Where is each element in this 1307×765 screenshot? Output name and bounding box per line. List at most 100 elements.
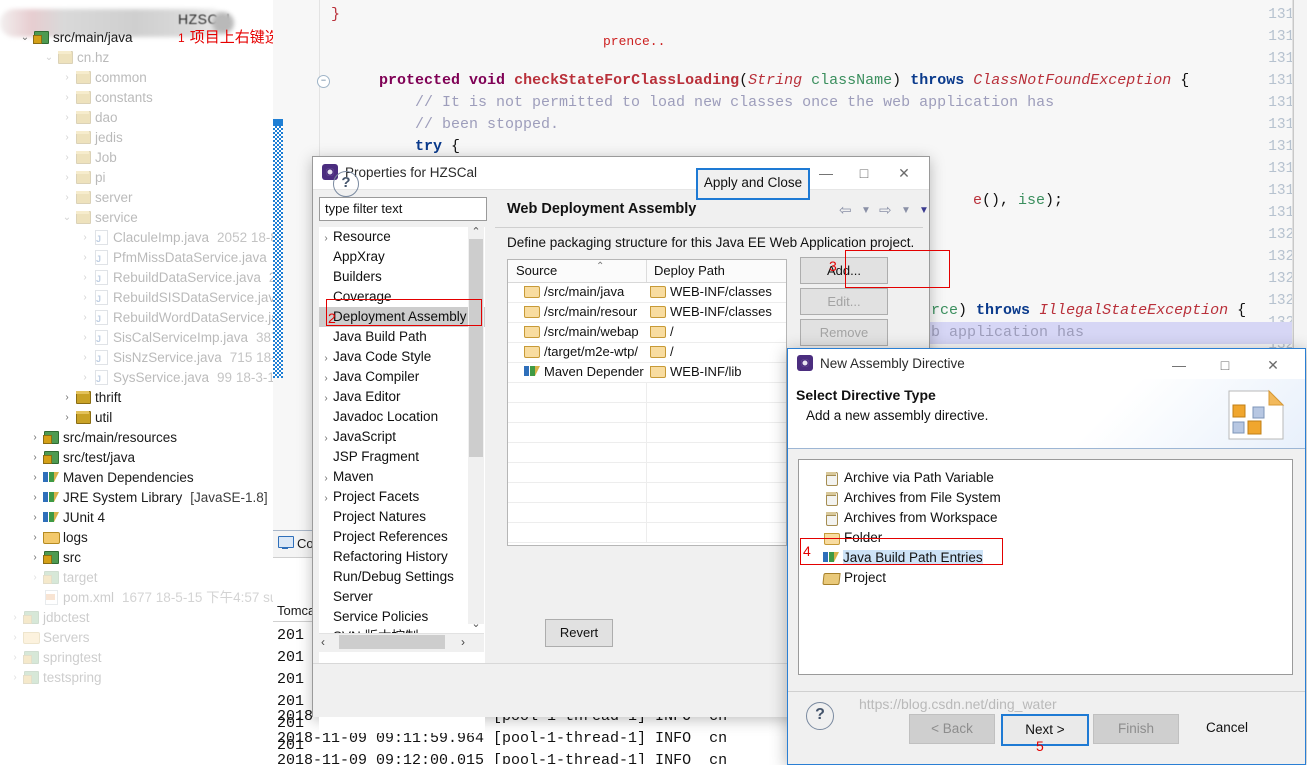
nav-item-project-facets[interactable]: › Project Facets xyxy=(319,487,485,507)
back-button[interactable]: < Back xyxy=(909,714,995,744)
cancel-button[interactable]: Cancel xyxy=(1185,714,1269,742)
twisty-icon[interactable]: › xyxy=(60,388,74,408)
expand-arrow-icon[interactable]: › xyxy=(319,429,333,449)
expand-arrow-icon[interactable]: › xyxy=(319,349,333,369)
tree-item[interactable]: › src/main/resources xyxy=(0,428,177,448)
twisty-icon[interactable]: › xyxy=(78,248,92,268)
twisty-icon[interactable]: › xyxy=(28,548,42,568)
twisty-icon[interactable]: › xyxy=(78,328,92,348)
tree-item[interactable]: › SisNzService.java 715 18-4-1 xyxy=(0,348,273,369)
nav-item-project-natures[interactable]: Project Natures xyxy=(319,507,485,527)
table-row[interactable]: Maven Depender WEB-INF/lib xyxy=(508,362,786,383)
twisty-icon[interactable]: › xyxy=(60,108,74,128)
edit-button[interactable]: Edit... xyxy=(800,288,888,315)
tree-item[interactable]: › RebuildWordDataService.java xyxy=(0,308,273,329)
nad-close-button[interactable]: ✕ xyxy=(1260,355,1286,375)
expand-arrow-icon[interactable]: › xyxy=(319,229,333,249)
tree-item[interactable]: ⌄ service xyxy=(0,208,138,228)
page-menu-icon[interactable]: ▼ xyxy=(919,205,929,216)
twisty-icon[interactable]: › xyxy=(60,68,74,88)
nav-item-java-build-path[interactable]: Java Build Path xyxy=(319,327,485,347)
nav-item-project-references[interactable]: Project References xyxy=(319,527,485,547)
tree-item[interactable]: › RebuildSISDataService.java xyxy=(0,288,273,309)
expand-arrow-icon[interactable]: › xyxy=(319,469,333,489)
twisty-icon[interactable]: › xyxy=(8,628,22,648)
tree-item[interactable]: › Maven Dependencies xyxy=(0,468,193,488)
tree-item[interactable]: › JUnit 4 xyxy=(0,508,105,528)
help-button[interactable]: ? xyxy=(333,171,359,197)
twisty-icon[interactable]: › xyxy=(78,268,92,288)
nav-horizontal-scrollbar-thumb[interactable] xyxy=(339,635,445,649)
back-arrow-icon[interactable]: ⇦ xyxy=(839,201,852,219)
tree-item[interactable]: › constants xyxy=(0,88,152,108)
twisty-icon[interactable]: ⌄ xyxy=(42,48,56,68)
directive-archives-from-file-system[interactable]: Archives from File System xyxy=(823,488,1001,508)
twisty-icon[interactable]: ⌄ xyxy=(18,28,32,48)
tree-item[interactable]: › JRE System Library [JavaSE-1.8] xyxy=(0,488,267,508)
nav-item-java-compiler[interactable]: › Java Compiler xyxy=(319,367,485,387)
twisty-icon[interactable]: › xyxy=(28,488,42,508)
nav-scroll-right-icon[interactable]: › xyxy=(461,635,465,649)
assembly-table[interactable]: Source ⌃ Deploy Path /src/main/java WEB-I… xyxy=(507,259,787,546)
twisty-icon[interactable]: › xyxy=(8,648,22,668)
twisty-icon[interactable]: › xyxy=(60,188,74,208)
directive-project[interactable]: Project xyxy=(823,568,886,588)
twisty-icon[interactable]: › xyxy=(28,428,42,448)
revert-button[interactable]: Revert xyxy=(545,619,613,647)
minimize-button[interactable]: — xyxy=(813,163,839,183)
twisty-icon[interactable]: › xyxy=(8,668,22,688)
tree-item[interactable]: ⌄ cn.hz xyxy=(0,48,109,68)
twisty-icon[interactable]: › xyxy=(78,288,92,308)
tree-item[interactable]: › Servers xyxy=(0,628,89,648)
package-explorer-view[interactable]: HZSCal 1项目上右键选择 ⌄src/main/java⌄cn.hz›com… xyxy=(0,0,274,763)
tree-item[interactable]: › target xyxy=(0,568,97,588)
nav-item-server[interactable]: Server xyxy=(319,587,485,607)
twisty-icon[interactable]: › xyxy=(28,528,42,548)
nav-vertical-scrollbar-thumb[interactable] xyxy=(469,239,483,457)
nav-item-builders[interactable]: Builders xyxy=(319,267,485,287)
maximize-button[interactable]: □ xyxy=(851,163,877,183)
nav-item-service-policies[interactable]: Service Policies xyxy=(319,607,485,627)
twisty-icon[interactable]: › xyxy=(60,408,74,428)
tree-item[interactable]: ⌄ src/main/java xyxy=(0,28,133,48)
nav-item-refactoring-history[interactable]: Refactoring History xyxy=(319,547,485,567)
tree-item[interactable]: › src/test/java xyxy=(0,448,135,468)
twisty-icon[interactable]: › xyxy=(60,88,74,108)
tree-item[interactable]: pom.xml 1677 18-5-15 下午4:57 su xyxy=(0,588,273,608)
table-row[interactable]: /src/main/webap / xyxy=(508,322,786,343)
nad-help-button[interactable]: ? xyxy=(806,702,834,730)
tree-item[interactable]: › jdbctest xyxy=(0,608,89,628)
header-divider[interactable] xyxy=(646,260,647,282)
twisty-icon[interactable]: › xyxy=(60,148,74,168)
twisty-icon[interactable]: › xyxy=(60,168,74,188)
tree-item[interactable]: ›PfmMissDataService.java10 xyxy=(0,248,273,269)
nad-maximize-button[interactable]: □ xyxy=(1212,355,1238,375)
next-button[interactable]: Next > xyxy=(1001,714,1089,746)
tree-item[interactable]: › ClaculeImp.java 2052 18-8- xyxy=(0,228,273,249)
nav-item-java-code-style[interactable]: › Java Code Style xyxy=(319,347,485,367)
table-row[interactable]: /target/m2e-wtp/ / xyxy=(508,342,786,363)
back-dropdown-icon[interactable]: ▼ xyxy=(861,205,871,216)
forward-dropdown-icon[interactable]: ▼ xyxy=(901,205,911,216)
twisty-icon[interactable]: › xyxy=(28,508,42,528)
twisty-icon[interactable]: › xyxy=(28,568,42,588)
tree-item[interactable]: › SysService.java 99 18-3-15 xyxy=(0,368,273,389)
tree-item[interactable]: › src xyxy=(0,548,81,568)
nav-scroll-left-icon[interactable]: ‹ xyxy=(321,635,325,649)
nav-item-run-debug-settings[interactable]: Run/Debug Settings xyxy=(319,567,485,587)
twisty-icon[interactable]: › xyxy=(78,308,92,328)
twisty-icon[interactable]: › xyxy=(78,348,92,368)
directive-archive-via-path-variable[interactable]: Archive via Path Variable xyxy=(823,468,994,488)
tree-item[interactable]: › SisCalServiceImp.java 387 18-2 xyxy=(0,328,273,349)
nav-item-appxray[interactable]: AppXray xyxy=(319,247,485,267)
tree-item[interactable]: › server xyxy=(0,188,132,208)
table-row[interactable]: /src/main/resour WEB-INF/classes xyxy=(508,302,786,323)
nav-scroll-up-icon[interactable]: ⌃ xyxy=(468,225,484,239)
nav-item-javadoc-location[interactable]: Javadoc Location xyxy=(319,407,485,427)
tree-item[interactable]: ›RebuildDataService.java205 xyxy=(0,268,273,289)
column-header-source[interactable]: Source xyxy=(516,260,557,282)
twisty-icon[interactable]: › xyxy=(28,468,42,488)
directive-type-list[interactable]: Archive via Path Variable Archives from F… xyxy=(798,459,1293,675)
tree-item[interactable]: › dao xyxy=(0,108,117,128)
tree-item[interactable]: › util xyxy=(0,408,112,428)
